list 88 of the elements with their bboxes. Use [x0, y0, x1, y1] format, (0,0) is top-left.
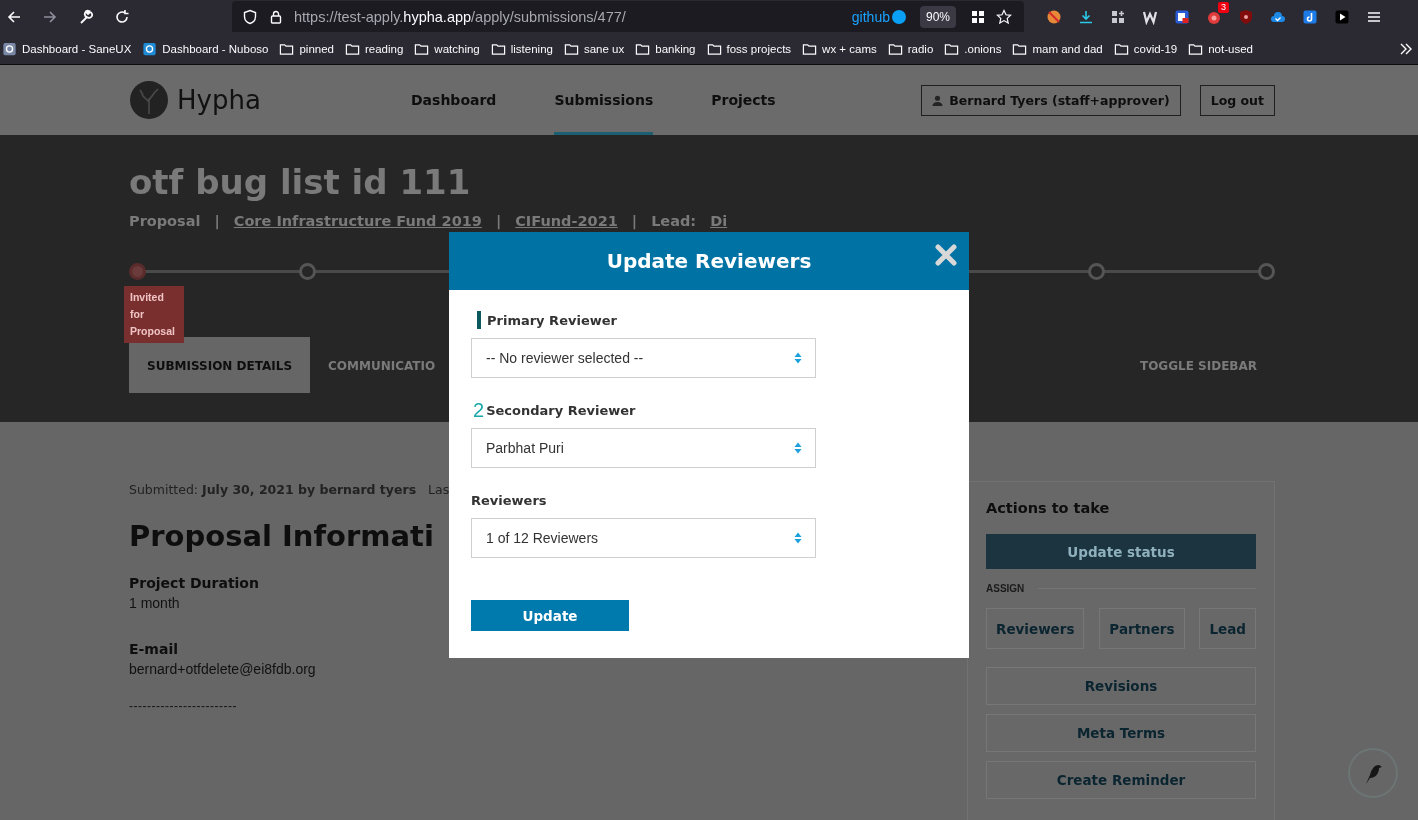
submission-type: Proposal [129, 213, 201, 229]
section-heading: Proposal Informati [129, 519, 434, 553]
folder-icon [802, 41, 818, 56]
field-value: 1 month [129, 595, 181, 611]
folder-icon [279, 41, 295, 56]
separator: | [631, 213, 638, 229]
toggle-sidebar-link[interactable]: TOGGLE SIDEBAR [1121, 337, 1275, 393]
bookmark[interactable]: banking [635, 41, 696, 56]
shield-icon[interactable] [242, 8, 258, 25]
sort-arrows-icon [794, 442, 802, 454]
url-text: https://test-apply.hypha.app/apply/submissions/477/ [294, 8, 626, 25]
folder-icon [414, 41, 430, 56]
tab[interactable]: COMMUNICATIO [310, 337, 454, 393]
bookmark[interactable]: pinned [279, 41, 334, 56]
back-icon[interactable] [6, 8, 22, 25]
bookmark[interactable]: watching [414, 41, 480, 56]
folder-icon [706, 41, 722, 56]
submission-title: otf bug list id 111 [129, 161, 472, 203]
bookmark[interactable]: .onions [944, 41, 1002, 56]
folder-icon [887, 41, 903, 56]
select-field[interactable]: Parbhat Puri [471, 428, 816, 468]
zoom-level[interactable]: 90% [919, 5, 956, 28]
meta-link[interactable]: Core Infrastructure Fund 2019 [233, 213, 482, 229]
folder-icon [1113, 41, 1129, 56]
bookmark[interactable]: mam and dad [1012, 41, 1103, 56]
bookmark[interactable]: covid-19 [1113, 41, 1178, 56]
assign-label: ASSIGN [986, 583, 1025, 594]
bookmark[interactable]: radio [887, 41, 934, 56]
nav-link[interactable]: Projects [711, 65, 776, 135]
field-label: Primary Reviewer [487, 312, 617, 328]
marker-bar-icon [477, 311, 481, 329]
meta-link[interactable]: CIFund-2021 [515, 213, 618, 229]
folder-icon [1012, 41, 1028, 56]
grid-icon[interactable] [970, 8, 986, 25]
marker-digit: 2 [473, 398, 485, 422]
panel-title: Actions to take [986, 500, 1111, 516]
folder-icon [944, 41, 960, 56]
bookmark[interactable]: not-used [1188, 41, 1253, 56]
reload-icon[interactable] [114, 8, 130, 25]
forward-icon[interactable] [42, 8, 58, 25]
bookmark[interactable]: listening [490, 41, 553, 56]
download-icon[interactable] [1078, 8, 1094, 25]
container-dot-icon [891, 9, 906, 24]
folder-icon [563, 41, 579, 56]
submitted-text: Submitted: July 30, 2021 by bernard tyers [129, 482, 417, 497]
close-icon[interactable] [934, 243, 958, 267]
container-label: github [851, 8, 890, 25]
bookmark[interactable]: Dashboard - SaneUX [2, 41, 132, 56]
bookmark[interactable]: foss projects [706, 41, 792, 56]
dialog-title: Update Reviewers [606, 249, 812, 273]
field-label: Project Duration [129, 575, 259, 591]
update-button[interactable]: Update [471, 600, 629, 631]
select-field[interactable]: -- No reviewer selected -- [471, 338, 816, 378]
bird-button[interactable] [1348, 748, 1398, 798]
bookmark[interactable]: Dashboard - Nuboso [142, 41, 269, 56]
lead-label: Lead: [651, 213, 697, 229]
logout-button[interactable]: Log out [1199, 84, 1275, 116]
brand-name: Hypha [177, 85, 261, 115]
user-button[interactable]: Bernard Tyers (staff+approver) [921, 84, 1181, 116]
field-label: E-mail [129, 641, 179, 657]
folder-icon [1188, 41, 1204, 56]
star-icon[interactable] [996, 8, 1012, 25]
select-field[interactable]: 1 of 12 Reviewers [471, 518, 816, 558]
field-label: Reviewers [471, 492, 547, 508]
notification-badge: 3 [1218, 1, 1229, 13]
sort-arrows-icon [794, 532, 802, 544]
last-updated-text: Las [428, 482, 450, 497]
step-label: Invited for Proposal [124, 286, 184, 343]
lock-icon [268, 8, 284, 25]
folder-icon [490, 41, 506, 56]
bookmark[interactable]: reading [345, 41, 404, 56]
bookmark[interactable]: sane ux [563, 41, 625, 56]
user-icon [932, 94, 944, 106]
address-bar[interactable]: https://test-apply.hypha.app/apply/submissions/477/ github 90% [232, 1, 1024, 32]
field-label: Secondary Reviewer [486, 402, 636, 418]
apps-icon[interactable] [1110, 8, 1126, 25]
separator: | [214, 213, 220, 229]
bookmark[interactable]: wx + cams [802, 41, 877, 56]
play-icon[interactable] [1334, 8, 1350, 25]
folder-icon [345, 41, 360, 56]
lead-link[interactable]: Di [710, 213, 728, 229]
separator: | [495, 213, 502, 229]
chevron-right-icon[interactable] [1398, 41, 1414, 57]
nav-link[interactable]: Dashboard [411, 65, 497, 135]
folder-icon [635, 41, 651, 56]
sort-arrows-icon [794, 352, 802, 364]
update-status-button[interactable]: Update status [986, 534, 1256, 569]
separator-text: ------------------------ [129, 699, 237, 713]
